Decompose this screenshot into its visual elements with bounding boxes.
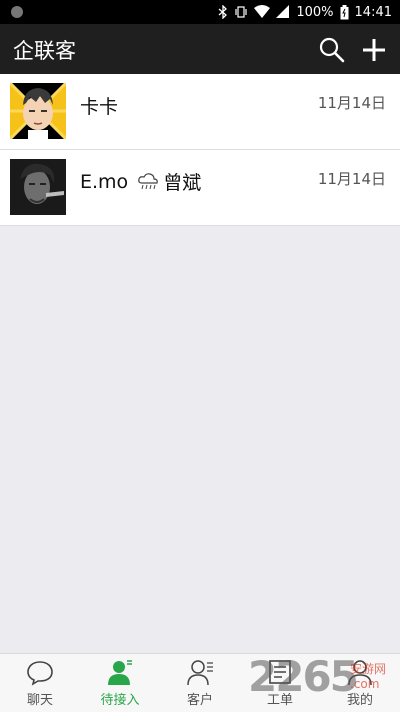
app-title: 企联客 bbox=[13, 39, 76, 63]
conversation-date: 11月14日 bbox=[317, 170, 386, 188]
vibrate-icon bbox=[235, 6, 247, 18]
watermark-logo: 2265 bbox=[248, 652, 359, 701]
battery-icon bbox=[340, 4, 349, 19]
conversation-list: 卡卡 11月14日 E.mo 曾斌 11月14日 bbox=[0, 74, 400, 226]
conversation-name: 卡卡 bbox=[80, 96, 119, 118]
signal-icon bbox=[276, 5, 290, 18]
customer-icon bbox=[187, 660, 213, 686]
tab-pending[interactable]: 待接入 bbox=[80, 654, 160, 712]
rain-cloud-icon bbox=[138, 172, 158, 189]
chat-bubble-icon bbox=[27, 661, 53, 686]
wifi-icon bbox=[254, 5, 271, 18]
battery-percent: 100% bbox=[296, 4, 334, 20]
tab-chat[interactable]: 聊天 bbox=[0, 654, 80, 712]
status-bar: 100% 14:41 bbox=[0, 0, 400, 24]
bluetooth-icon bbox=[218, 5, 228, 19]
notification-dot-icon bbox=[11, 6, 23, 18]
add-icon[interactable] bbox=[360, 36, 388, 64]
status-time: 14:41 bbox=[354, 4, 392, 20]
cartoon-avatar bbox=[10, 83, 66, 139]
photo-avatar bbox=[10, 159, 66, 215]
search-icon[interactable] bbox=[318, 36, 346, 64]
watermark-site-name: 安游网 .com bbox=[350, 662, 387, 691]
conversation-name: E.mo 曾斌 bbox=[80, 170, 202, 195]
pending-user-icon bbox=[108, 660, 132, 685]
conversation-date: 11月14日 bbox=[317, 94, 386, 112]
conversation-item[interactable]: E.mo 曾斌 11月14日 bbox=[0, 150, 400, 226]
app-bar: 企联客 bbox=[0, 24, 400, 74]
tab-customers[interactable]: 客户 bbox=[160, 654, 240, 712]
status-icons: 100% 14:41 bbox=[218, 0, 392, 24]
conversation-item[interactable]: 卡卡 11月14日 bbox=[0, 74, 400, 150]
